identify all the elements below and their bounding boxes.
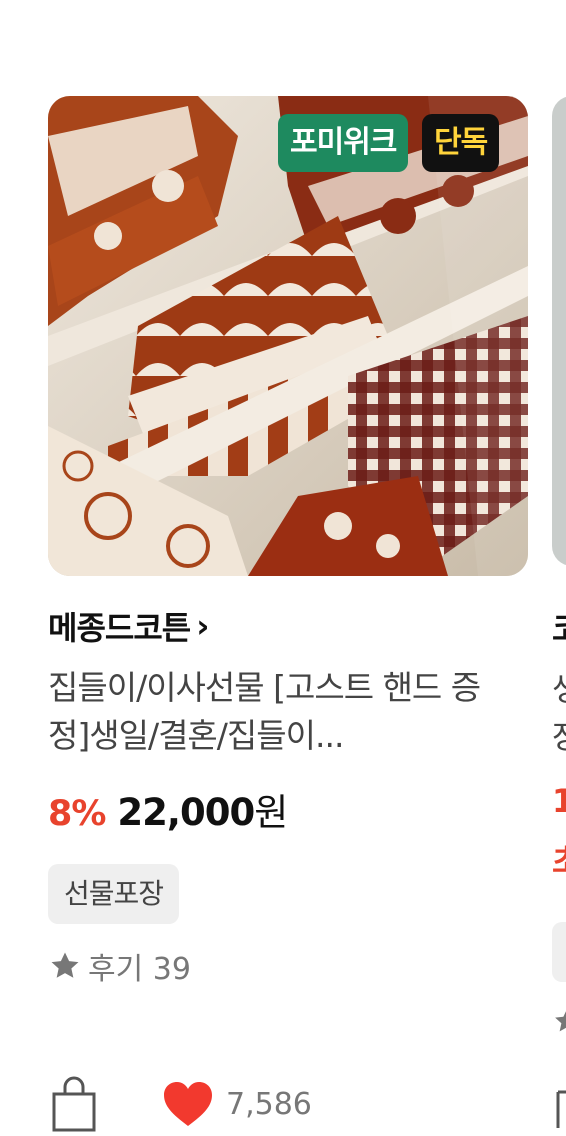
next-brand-name: 코	[552, 604, 566, 650]
next-shopping-bag-icon[interactable]	[552, 1074, 566, 1130]
review-summary[interactable]: 후기 39	[48, 946, 191, 987]
next-price-extra: 초	[552, 836, 566, 882]
next-product-title-line1: 생	[552, 664, 566, 710]
next-product-card[interactable]: 코 생 장 1 초	[552, 96, 566, 1136]
review-count: 후기 39	[88, 952, 191, 987]
product-title[interactable]: 집들이/이사선물 [고스트 핸드 증정]생일/결혼/집들이...	[48, 664, 518, 760]
sale-price: 22,000	[117, 791, 255, 834]
chevron-right-icon: ›	[196, 607, 210, 645]
next-product-tag	[552, 922, 566, 982]
card-actions: 7,586	[48, 1074, 312, 1134]
currency-unit: 원	[254, 791, 289, 834]
like-count: 7,586	[226, 1086, 312, 1122]
brand-name: 메종드코튼	[48, 609, 191, 647]
product-image[interactable]: 포미위크 단독	[48, 96, 528, 576]
shopping-bag-icon[interactable]	[48, 1076, 100, 1132]
next-product-image[interactable]	[552, 96, 566, 566]
next-discount-rate: 1	[552, 782, 566, 820]
discount-rate: 8%	[48, 794, 106, 834]
badge-exclusive: 단독	[422, 114, 500, 172]
gift-wrap-tag: 선물포장	[48, 864, 180, 924]
like-button[interactable]: 7,586	[162, 1080, 312, 1128]
star-icon	[51, 952, 79, 978]
next-product-title-line2: 장	[552, 712, 566, 758]
heart-icon	[164, 1082, 212, 1126]
price-row: 8% 22,000 원	[48, 782, 288, 836]
badge-formyweek: 포미위크	[278, 114, 409, 172]
next-star-icon	[555, 1011, 566, 1032]
brand-link[interactable]: 메종드코튼 ›	[48, 604, 209, 648]
product-card[interactable]: 포미위크 단독 메종드코튼 › 집들이/이사선물 [고스트 핸드 증정]생일/결…	[48, 96, 528, 987]
